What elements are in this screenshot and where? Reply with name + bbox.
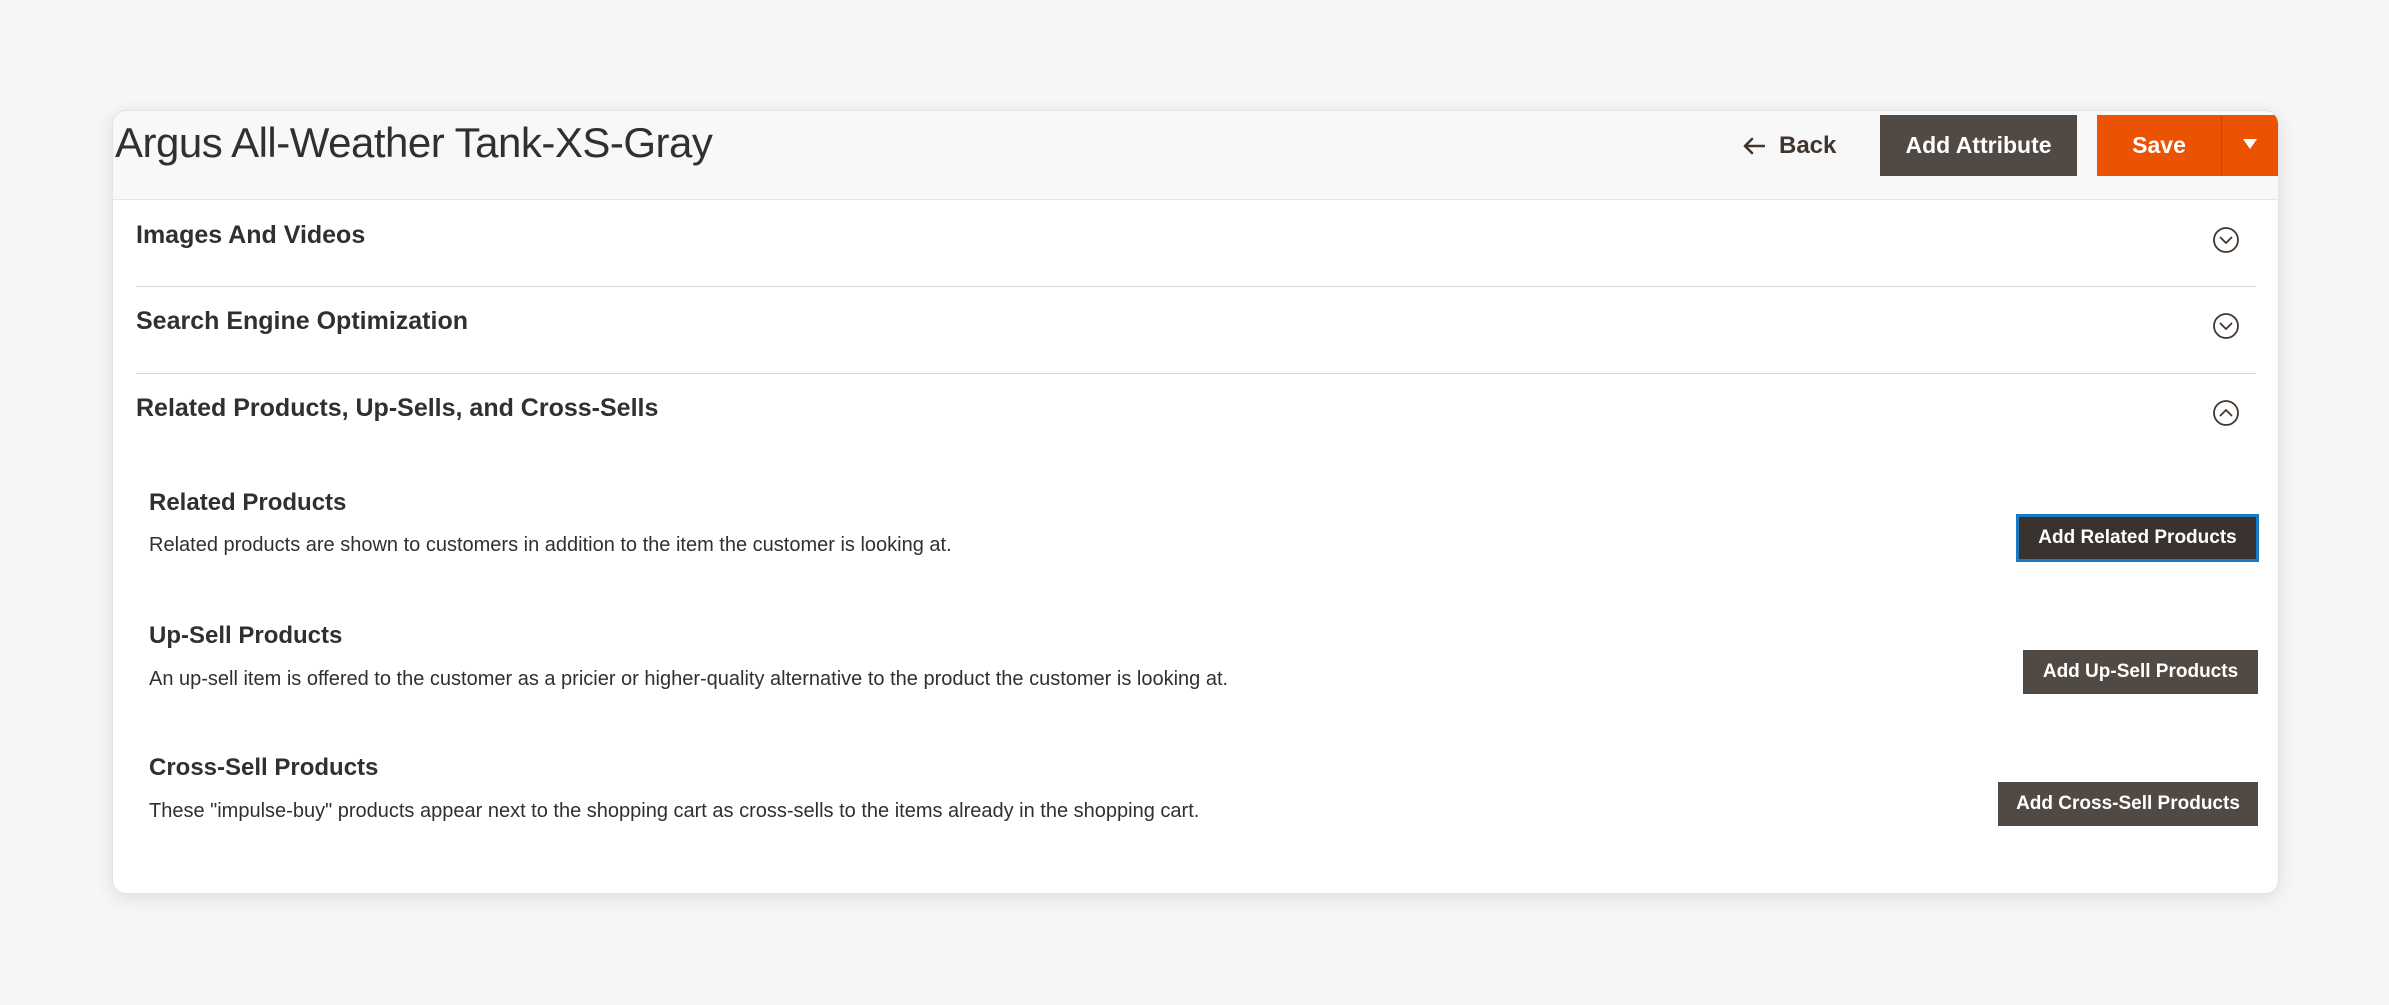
add-crosssell-products-button[interactable]: Add Cross-Sell Products (1998, 782, 2258, 826)
chevron-up-circle-icon[interactable] (2212, 399, 2240, 427)
section-images-and-videos[interactable]: Images And Videos (136, 199, 2256, 287)
section-related-upsells-crosssells: Related Products, Up-Sells, and Cross-Se… (136, 374, 2258, 884)
caret-down-icon (2242, 137, 2258, 155)
page-title: Argus All-Weather Tank-XS-Gray (115, 119, 713, 166)
add-related-products-button[interactable]: Add Related Products (2017, 515, 2258, 561)
save-options-toggle[interactable] (2222, 115, 2278, 176)
block-description: An up-sell item is offered to the custom… (149, 668, 1229, 690)
block-title: Cross-Sell Products (149, 754, 379, 781)
product-edit-panel: Argus All-Weather Tank-XS-Gray Back Add … (112, 110, 2279, 894)
block-description: Related products are shown to customers … (149, 534, 952, 556)
page-header: Argus All-Weather Tank-XS-Gray Back Add … (113, 111, 2278, 200)
chevron-down-circle-icon[interactable] (2212, 312, 2240, 340)
section-title: Search Engine Optimization (136, 307, 468, 335)
back-button[interactable]: Back (1743, 116, 1836, 176)
section-title: Images And Videos (136, 221, 366, 249)
arrow-left-icon (1743, 137, 1765, 155)
save-split-button: Save (2097, 115, 2278, 176)
add-upsell-products-button[interactable]: Add Up-Sell Products (2023, 650, 2258, 694)
block-description: These "impulse-buy" products appear next… (149, 800, 1200, 822)
section-search-engine-optimization[interactable]: Search Engine Optimization (136, 286, 2256, 374)
block-title: Related Products (149, 489, 347, 516)
block-title: Up-Sell Products (149, 622, 343, 649)
chevron-down-circle-icon[interactable] (2212, 226, 2240, 254)
section-title[interactable]: Related Products, Up-Sells, and Cross-Se… (136, 394, 658, 423)
add-attribute-button[interactable]: Add Attribute (1880, 115, 2077, 176)
save-button[interactable]: Save (2097, 115, 2222, 176)
back-label: Back (1779, 132, 1837, 159)
